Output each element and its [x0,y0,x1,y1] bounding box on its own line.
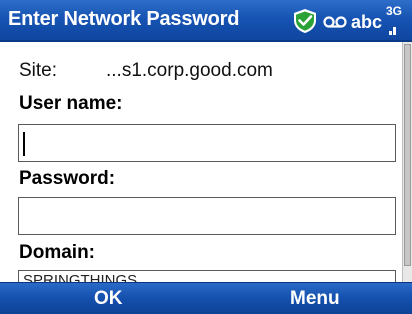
password-form: Site: ...s1.corp.good.com User name: Pas… [0,42,402,282]
password-label: Password: [19,168,116,189]
input-mode-indicator: abc [350,11,382,32]
vertical-scrollbar[interactable] [402,42,412,282]
dialog-title: Enter Network Password [8,8,240,30]
shield-check-icon [293,9,316,33]
softkey-bar: OK Menu [0,282,412,314]
username-label: User name: [19,93,123,114]
status-icons: abc 3G [292,4,404,38]
menu-softkey[interactable]: Menu [290,288,340,310]
text-caret [23,132,25,156]
domain-value: SPRINGTHINGS [23,272,138,282]
title-bar: Enter Network Password abc 3G [0,0,412,42]
signal-bars [389,27,396,35]
3g-signal-icon: 3G [386,5,404,37]
ok-softkey[interactable]: OK [94,288,123,310]
username-field[interactable] [18,124,396,162]
domain-field[interactable]: SPRINGTHINGS [18,270,396,282]
site-label: Site: [19,60,58,81]
voicemail-icon [323,16,347,28]
domain-label: Domain: [19,242,95,263]
site-value: ...s1.corp.good.com [106,60,273,81]
network-type-label: 3G [386,4,403,18]
password-field[interactable] [18,197,396,235]
scrollbar-thumb[interactable] [404,44,411,266]
